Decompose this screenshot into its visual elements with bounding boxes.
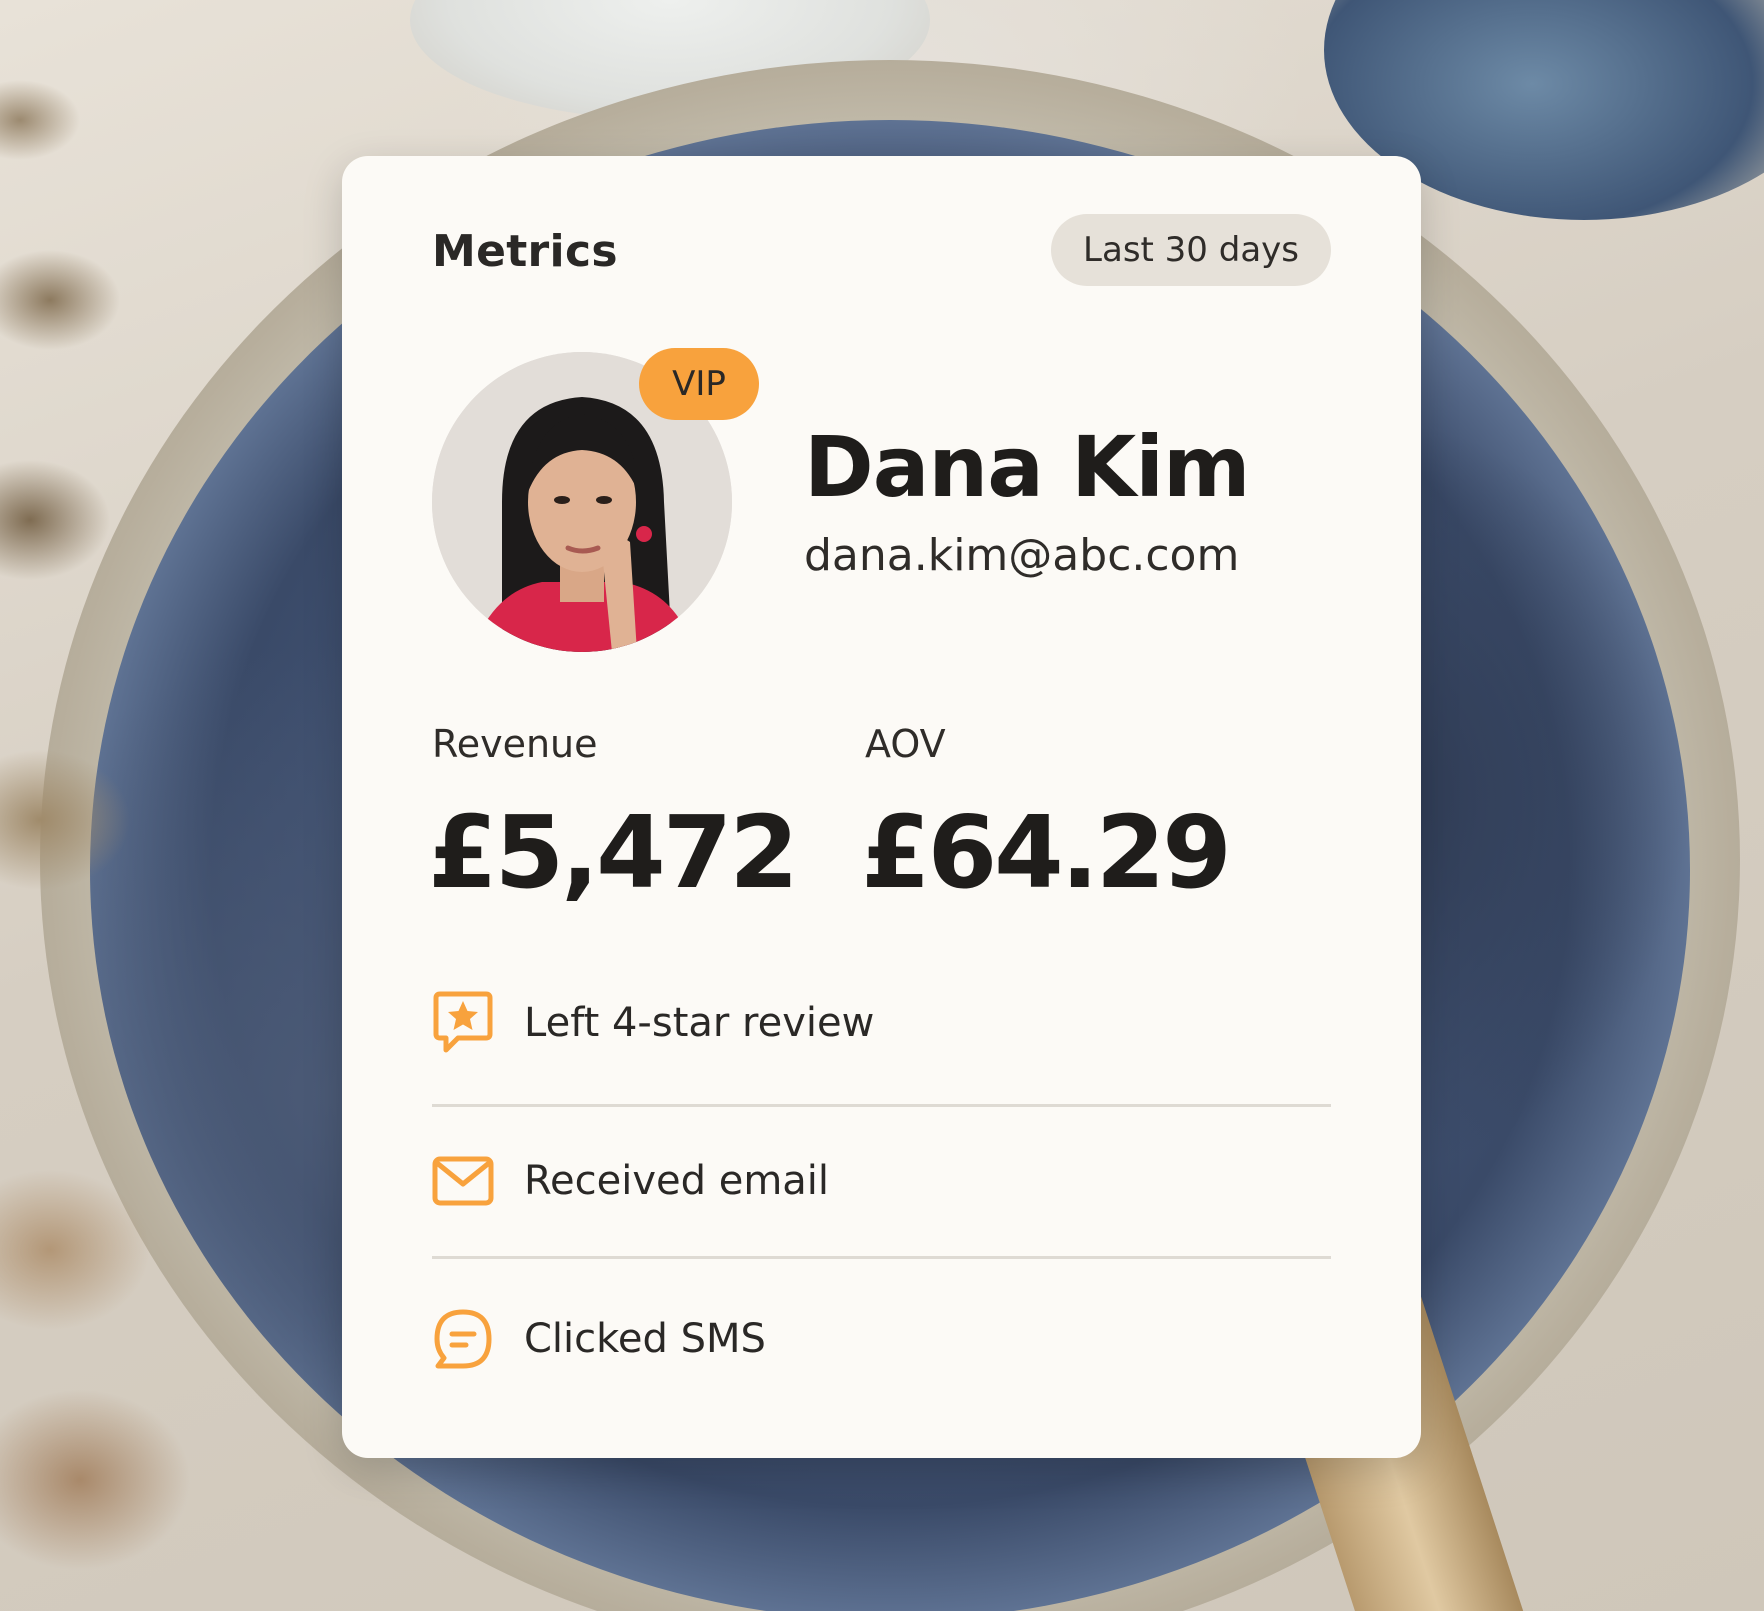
metric-label-aov: AOV	[865, 722, 946, 766]
customer-email: dana.kim@abc.com	[804, 530, 1240, 581]
star-review-icon	[432, 991, 494, 1054]
activity-text-email: Received email	[524, 1158, 830, 1204]
period-selector[interactable]: Last 30 days	[1051, 214, 1331, 286]
email-icon	[432, 1150, 494, 1212]
card-title: Metrics	[432, 226, 618, 277]
customer-name: Dana Kim	[804, 418, 1251, 516]
activity-item-email: Received email	[432, 1106, 1331, 1256]
background-dried-leaves	[0, 0, 200, 1611]
avatar-container: VIP	[432, 348, 759, 652]
metric-label-revenue: Revenue	[432, 722, 598, 766]
activity-text-review: Left 4-star review	[524, 1000, 875, 1046]
activity-item-review: Left 4-star review	[432, 948, 1331, 1098]
activity-text-sms: Clicked SMS	[524, 1316, 766, 1362]
sms-chat-icon	[432, 1308, 494, 1370]
customer-metrics-card: Metrics Last 30 days VIP Dana Kim dana.k…	[342, 156, 1421, 1458]
divider	[432, 1256, 1331, 1259]
metric-value-aov: £64.29	[861, 794, 1232, 911]
activity-item-sms: Clicked SMS	[432, 1264, 1331, 1414]
vip-badge: VIP	[639, 348, 759, 420]
metric-value-revenue: £5,472	[428, 794, 799, 911]
